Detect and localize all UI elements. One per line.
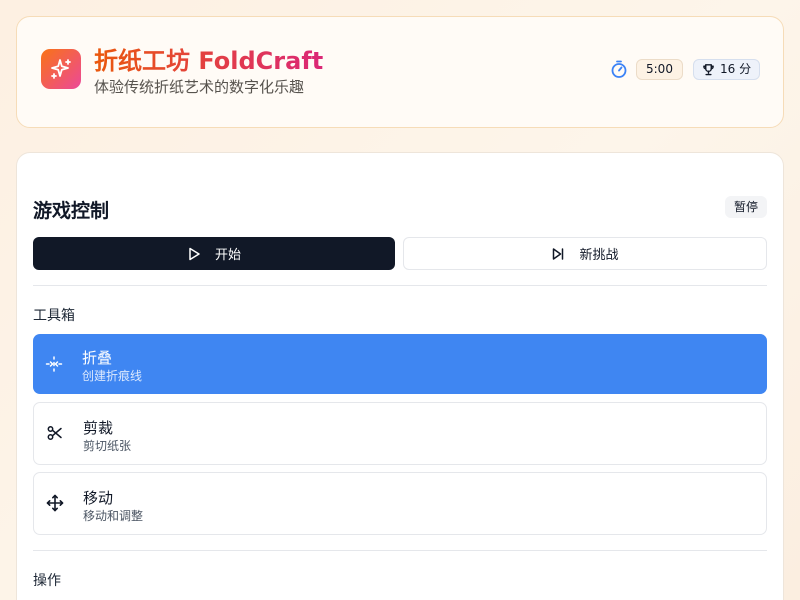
score-value: 16 分 [720, 62, 752, 76]
toolbox-title: 工具箱 [33, 308, 75, 324]
timer-badge: 5:00 [636, 59, 683, 80]
tool-fold[interactable]: 折叠 创建折痕线 [33, 334, 767, 394]
tool-description: 移动和调整 [83, 509, 144, 523]
trophy-icon [703, 64, 714, 76]
new-challenge-button[interactable]: 新挑战 [403, 237, 767, 270]
panel-title: 游戏控制 [33, 200, 110, 222]
divider [33, 550, 767, 551]
start-button[interactable]: 开始 [33, 237, 395, 270]
scissors-icon [47, 426, 62, 440]
sparkles-icon [51, 59, 71, 79]
fold-icon [45, 356, 63, 372]
divider [33, 285, 767, 286]
app-title: 折纸工坊 FoldCraft [94, 41, 323, 76]
tool-move[interactable]: 移动 移动和调整 [33, 472, 767, 535]
skip-forward-icon [553, 247, 564, 260]
game-control-panel: 游戏控制 暂停 开始 新挑战 工具箱 折叠 创建折痕线 剪裁 剪切纸张 移动 移… [16, 152, 784, 600]
score-badge: 16 分 [693, 59, 761, 80]
status-badge: 暂停 [724, 196, 767, 218]
actions-title: 操作 [33, 573, 61, 589]
play-icon [189, 247, 200, 260]
app-logo [41, 49, 81, 89]
tool-label: 移动 [83, 489, 114, 507]
app-header: 折纸工坊 FoldCraft 体验传统折纸艺术的数字化乐趣 5:00 16 分 [16, 16, 784, 128]
stopwatch-icon [609, 59, 629, 79]
new-challenge-button-label: 新挑战 [579, 248, 619, 263]
tool-description: 剪切纸张 [83, 439, 132, 453]
tool-label: 折叠 [82, 349, 113, 367]
tool-description: 创建折痕线 [82, 369, 143, 383]
start-button-label: 开始 [214, 248, 241, 263]
move-icon [46, 494, 64, 512]
app-subtitle: 体验传统折纸艺术的数字化乐趣 [94, 78, 305, 96]
tool-cut[interactable]: 剪裁 剪切纸张 [33, 402, 767, 465]
tool-label: 剪裁 [83, 419, 114, 437]
